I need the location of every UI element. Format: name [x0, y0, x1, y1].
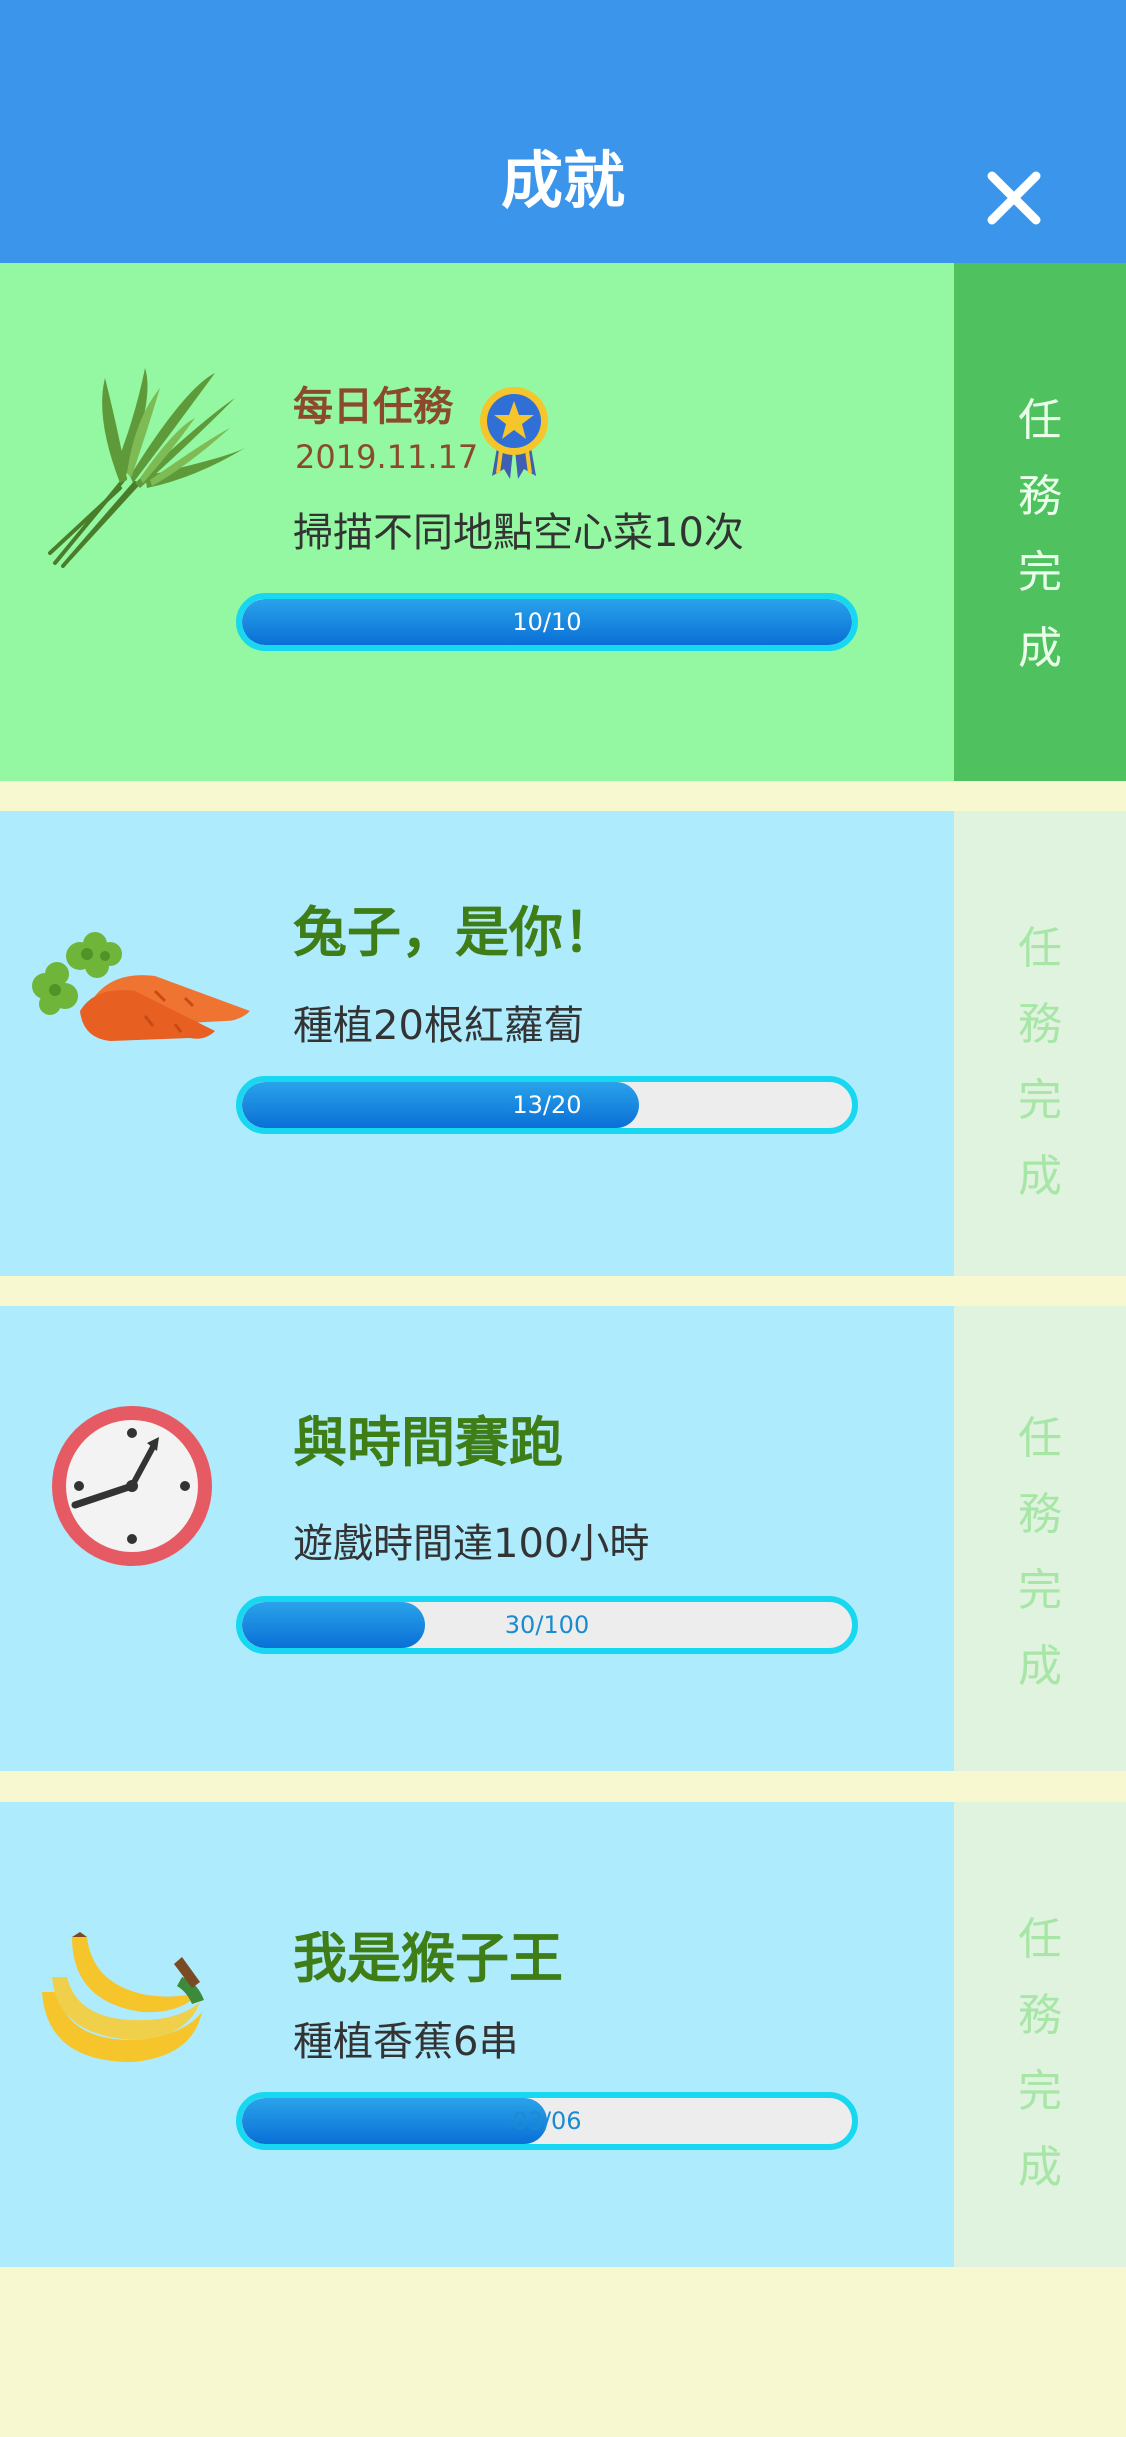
mission-date: 2019.11.17: [295, 438, 479, 476]
status-char: 成: [1018, 2142, 1062, 2193]
card-main: 兔子，是你！ 種植20根紅蘿蔔 13/20: [0, 811, 954, 1276]
status-char: 務: [1018, 999, 1062, 1050]
status-char: 任: [1018, 923, 1062, 974]
status-char: 成: [1018, 623, 1062, 674]
progress-bar: 10/10: [236, 593, 858, 651]
achievement-title: 我是猴子王: [293, 1927, 563, 1990]
status-char: 完: [1018, 547, 1062, 598]
achievement-card[interactable]: 與時間賽跑 遊戲時間達100小時 30/100 任 務 完 成: [0, 1306, 1126, 1771]
mission-description: 掃描不同地點空心菜10次: [293, 510, 744, 556]
status-char: 任: [1018, 395, 1062, 446]
carrot-icon: [32, 932, 250, 1041]
close-icon[interactable]: [984, 168, 1044, 228]
water-spinach-icon: [48, 368, 245, 568]
progress-bar: 13/20: [236, 1076, 858, 1134]
mission-description: 種植香蕉6串: [293, 2019, 519, 2065]
status-char: 完: [1018, 1565, 1062, 1616]
progress-bar: 03/06: [236, 2092, 858, 2150]
achievement-card[interactable]: 我是猴子王 種植香蕉6串 03/06 任 務 完 成: [0, 1802, 1126, 2267]
status-char: 完: [1018, 2066, 1062, 2117]
status-char: 任: [1018, 1914, 1062, 1965]
status-char: 成: [1018, 1151, 1062, 1202]
banana-icon: [42, 1932, 204, 2062]
mission-complete-button[interactable]: 任 務 完 成: [954, 1802, 1126, 2267]
achievement-title: 與時間賽跑: [293, 1411, 563, 1474]
status-char: 務: [1018, 471, 1062, 522]
page-title: 成就: [500, 144, 625, 217]
mission-complete-button[interactable]: 任 務 完 成: [954, 1306, 1126, 1771]
progress-text: 10/10: [512, 608, 582, 636]
achievement-card-daily[interactable]: 每日任務 2019.11.17 掃描不同地點空心菜10次 10/10 任 務 完…: [0, 263, 1126, 781]
status-char: 務: [1018, 1489, 1062, 1540]
daily-mission-label: 每日任務: [293, 384, 453, 430]
clock-icon: [52, 1406, 212, 1566]
progress-text: 03/06: [512, 2107, 582, 2135]
mission-complete-button[interactable]: 任 務 完 成: [954, 263, 1126, 781]
status-char: 完: [1018, 1075, 1062, 1126]
medal-icon: [480, 387, 548, 479]
status-char: 成: [1018, 1641, 1062, 1692]
progress-text: 30/100: [504, 1611, 590, 1639]
card-main: 我是猴子王 種植香蕉6串 03/06: [0, 1802, 954, 2267]
progress-bar: 30/100: [236, 1596, 858, 1654]
card-main: 與時間賽跑 遊戲時間達100小時 30/100: [0, 1306, 954, 1771]
mission-description: 遊戲時間達100小時: [293, 1521, 650, 1567]
mission-complete-button[interactable]: 任 務 完 成: [954, 811, 1126, 1276]
progress-text: 13/20: [512, 1091, 582, 1119]
card-main: 每日任務 2019.11.17 掃描不同地點空心菜10次 10/10: [0, 263, 954, 781]
top-bar: 成就: [0, 0, 1126, 263]
status-char: 務: [1018, 1990, 1062, 2041]
status-char: 任: [1018, 1413, 1062, 1464]
achievement-card[interactable]: 兔子，是你！ 種植20根紅蘿蔔 13/20 任 務 完 成: [0, 811, 1126, 1276]
achievement-title: 兔子，是你！: [293, 901, 617, 964]
mission-description: 種植20根紅蘿蔔: [293, 1003, 584, 1049]
